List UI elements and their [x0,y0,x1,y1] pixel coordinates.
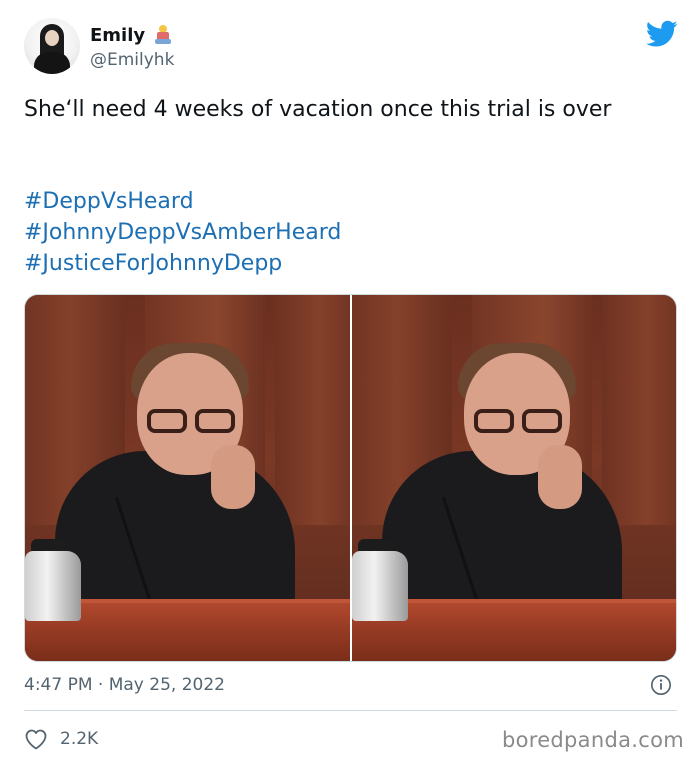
twitter-bird-icon[interactable] [646,20,678,48]
timestamp[interactable]: 4:47 PM · May 25, 2022 [24,675,225,695]
tweet-header: Emily @Emilyhk [24,18,680,80]
user-handle[interactable]: @Emilyhk [90,50,174,70]
emoji-badge-icon [153,25,173,45]
courtroom-photo-right[interactable] [351,295,676,661]
tweet-media [24,294,677,662]
avatar-body [34,52,70,74]
hashtag-link[interactable]: #JohnnyDeppVsAmberHeard [24,217,674,248]
info-icon[interactable] [650,674,672,696]
hashtag-list: #DeppVsHeard #JohnnyDeppVsAmberHeard #Ju… [24,186,674,279]
tweet-text: She‘ll need 4 weeks of vacation once thi… [24,97,612,122]
divider [24,710,677,711]
courtroom-photo-left[interactable] [25,295,350,661]
display-name[interactable]: Emily [90,25,145,46]
avatar[interactable] [24,18,80,74]
name-row: Emily [90,22,173,48]
hashtag-link[interactable]: #JusticeForJohnnyDepp [24,248,674,279]
watermark: boredpanda.com [501,728,684,752]
avatar-face [45,30,59,46]
hashtag-link[interactable]: #DeppVsHeard [24,186,674,217]
tweet-meta: 4:47 PM · May 25, 2022 [24,672,676,700]
like-count: 2.2K [60,729,99,749]
like-row[interactable]: 2.2K [24,726,98,752]
heart-icon[interactable] [24,728,48,750]
